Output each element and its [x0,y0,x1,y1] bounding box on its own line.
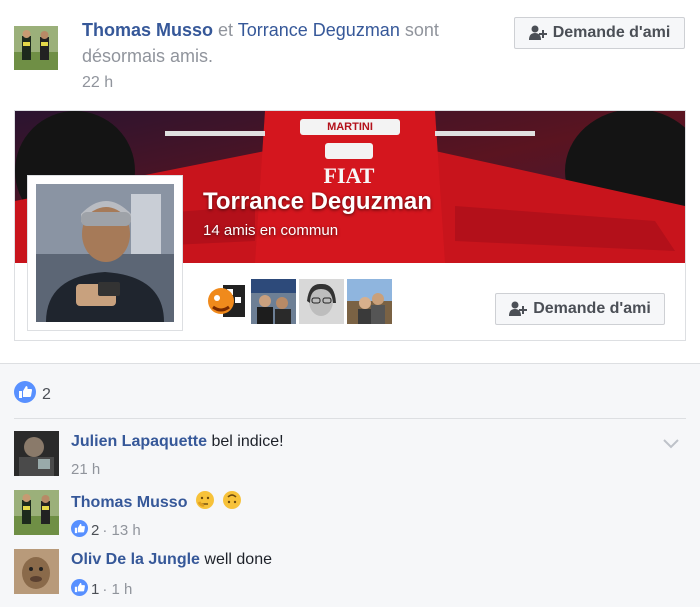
comment-meta: 1 · 1 h [71,579,132,600]
profile-picture-frame[interactable] [27,175,183,331]
add-friend-label: Demande d'ami [552,24,671,41]
actor1-link[interactable]: Thomas Musso [82,20,213,40]
add-friend-icon [509,301,528,317]
card-add-friend-button[interactable]: Demande d'ami [495,293,665,325]
comment-time[interactable]: 21 h [71,461,100,478]
comment-meta: 2 · 13 h [71,520,141,541]
like-icon [71,579,88,600]
profile-name[interactable]: Torrance Deguzman [203,188,432,216]
torrance-deguzman-avatar[interactable] [36,184,174,322]
reactions-summary[interactable]: 2 [14,381,51,408]
upside-down-face-icon [222,490,242,517]
thinking-face-icon [195,490,215,517]
comment-like-count[interactable]: 1 [91,581,99,598]
comment-body: Julien Lapaquette bel indice! [71,431,284,453]
add-friend-icon [528,25,547,41]
comment-meta: 21 h [71,461,100,478]
cover-text-martini: MARTINI [327,121,373,133]
comment-text: well done [204,551,272,568]
comments-separator [14,418,686,419]
comment-body: Thomas Musso [71,490,242,517]
commenter-avatar[interactable] [14,549,59,594]
mutual-friend-avatar[interactable] [251,279,296,324]
thomas-musso-avatar[interactable] [14,26,58,70]
mutual-friends-thumbnails [203,279,392,324]
post-timestamp[interactable]: 22 h [82,74,113,92]
commenter-avatar[interactable] [14,431,59,476]
add-friend-button[interactable]: Demande d'ami [514,17,685,49]
mutual-friends-count[interactable]: 14 amis en commun [203,222,338,239]
comment-time[interactable]: · 1 h [102,581,132,598]
actor2-link[interactable]: Torrance Deguzman [238,20,400,40]
card-add-friend-label: Demande d'ami [533,300,651,317]
post-header: Thomas Musso et Torrance Deguzman sont d… [0,0,700,110]
chevron-down-icon[interactable] [662,437,680,455]
mutual-friend-avatar[interactable] [203,279,248,324]
like-icon [71,520,88,541]
cover-text-fiat: FIAT [323,163,375,188]
commenter-name[interactable]: Julien Lapaquette [71,433,207,450]
commenter-name[interactable]: Thomas Musso [71,494,187,511]
headline-connector: et [218,20,234,40]
comment-text: bel indice! [211,433,284,450]
commenter-name[interactable]: Oliv De la Jungle [71,551,200,568]
post-headline: Thomas Musso et Torrance Deguzman sont d… [82,17,492,69]
like-count: 2 [42,385,51,403]
comment-like-count[interactable]: 2 [91,522,99,539]
profile-card: MARTINI FIAT Torrance Deguzman 14 amis e… [14,110,686,341]
commenter-avatar[interactable] [14,490,59,535]
comment-body: Oliv De la Jungle well done [71,549,272,571]
mutual-friend-avatar[interactable] [347,279,392,324]
mutual-friend-avatar[interactable] [299,279,344,324]
comment-time[interactable]: · 13 h [102,522,140,539]
like-icon [14,381,36,408]
